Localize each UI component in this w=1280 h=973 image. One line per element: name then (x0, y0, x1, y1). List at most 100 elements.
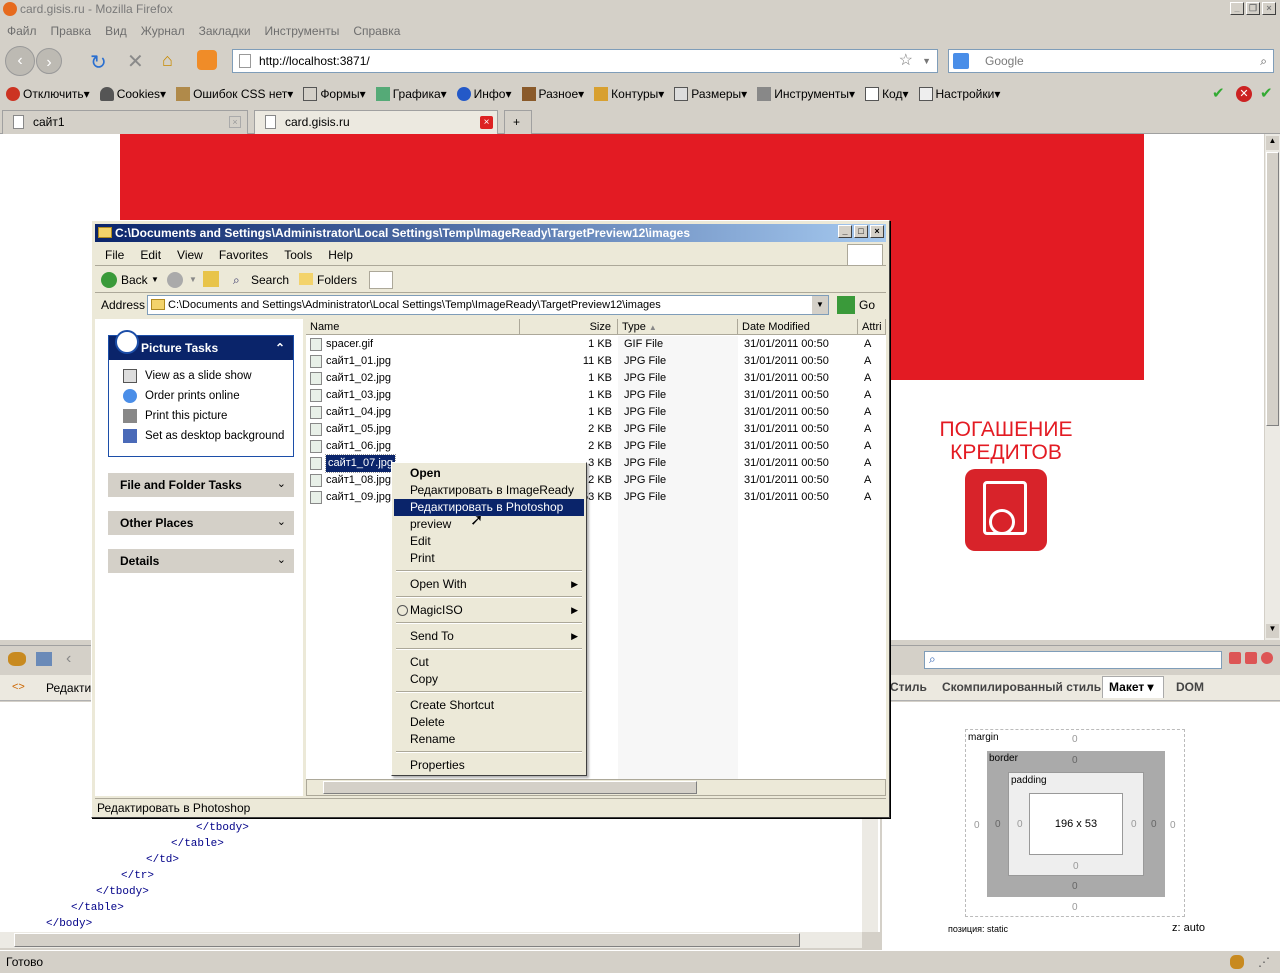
tab-close-icon[interactable]: × (480, 116, 493, 129)
file-row[interactable]: сайт1_03.jpg 1 KB JPG File 31/01/2011 00:50… (306, 387, 886, 404)
details-panel[interactable]: Details ⌄ (108, 549, 294, 573)
minimize-icon[interactable] (1229, 652, 1241, 664)
dev-misc[interactable]: Разное▾ (521, 82, 584, 106)
forward-dropdown-icon[interactable]: ▼ (189, 267, 197, 293)
minimize-button[interactable]: _ (1230, 2, 1244, 15)
stop-icon[interactable]: ✕ (127, 49, 144, 74)
menu-item-edit-photoshop[interactable]: Редактировать в Photoshop (394, 499, 584, 516)
promo-title[interactable]: ПОГАШЕНИЕ КРЕДИТОВ (886, 418, 1126, 464)
dev-css[interactable]: Ошибок CSS нет▾ (176, 82, 293, 106)
file-folder-tasks-panel[interactable]: File and Folder Tasks ⌄ (108, 473, 294, 497)
go-button[interactable]: Go (859, 293, 875, 317)
reload-icon[interactable]: ↻ (90, 50, 107, 75)
back-button[interactable]: ‹ (5, 46, 35, 76)
tab-dom[interactable]: DOM (1176, 680, 1204, 694)
edit-tab[interactable]: Редакти (46, 681, 91, 695)
code-line[interactable]: </table> (71, 902, 124, 914)
code-line[interactable]: </tbody> (96, 886, 149, 898)
inspect-icon[interactable] (36, 652, 52, 666)
expand-icon[interactable]: ⌄ (277, 477, 286, 490)
dev-tools[interactable]: Инструменты▾ (757, 82, 855, 106)
star-icon[interactable]: ☆ (899, 50, 913, 72)
forward-arrow-icon[interactable] (167, 272, 183, 288)
menu-item-open-with[interactable]: Open With ▶ (394, 576, 584, 593)
xp-menu-file[interactable]: File (105, 244, 124, 265)
explorer-minimize-button[interactable]: _ (838, 225, 852, 238)
tab-close-icon[interactable]: × (229, 116, 241, 128)
column-attributes[interactable]: Attri (858, 319, 886, 335)
file-row[interactable]: сайт1_06.jpg 2 KB JPG File 31/01/2011 00:50… (306, 438, 886, 455)
xp-menu-help[interactable]: Help (328, 244, 353, 265)
dev-cookies[interactable]: Cookies▾ (99, 82, 166, 106)
hscroll-thumb[interactable] (14, 933, 800, 947)
other-places-panel[interactable]: Other Places ⌄ (108, 511, 294, 535)
menu-item-cut[interactable]: Cut (394, 654, 584, 671)
code-line[interactable]: </tbody> (196, 822, 249, 834)
tab-style[interactable]: Стиль (890, 680, 927, 694)
menu-bookmarks[interactable]: Закладки (199, 20, 251, 42)
xp-search-button[interactable]: Search (251, 267, 289, 293)
page-scrollbar[interactable]: ▲ ▼ (1264, 134, 1280, 640)
menu-item-send-to[interactable]: Send To ▶ (394, 628, 584, 645)
back-arrow-icon[interactable] (101, 272, 117, 288)
check-ok-icon[interactable]: ✔ (1260, 82, 1273, 106)
check-valid-icon[interactable]: ✔ (1212, 82, 1225, 106)
code-line[interactable]: </td> (146, 854, 179, 866)
url-bar[interactable]: http://localhost:3871/ ☆ ▼ (232, 49, 938, 73)
home-icon[interactable]: ⌂ (162, 50, 173, 71)
task-order-prints[interactable]: Order prints online (109, 386, 293, 406)
column-name[interactable]: Name (306, 319, 520, 335)
go-arrow-icon[interactable] (837, 296, 855, 314)
file-row[interactable]: сайт1_04.jpg 1 KB JPG File 31/01/2011 00:50… (306, 404, 886, 421)
menu-item-print[interactable]: Print (394, 550, 584, 567)
task-slideshow[interactable]: View as a slide show (109, 366, 293, 386)
detach-icon[interactable] (1245, 652, 1257, 664)
tab-layout[interactable]: Макет ▾ (1102, 676, 1164, 698)
collapse-icon[interactable]: ⌃ (275, 336, 285, 360)
menu-item-rename[interactable]: Rename (394, 731, 584, 748)
tab-computed-style[interactable]: Скомпилированный стиль (942, 680, 1101, 694)
column-size[interactable]: Size (520, 319, 618, 335)
menu-item-delete[interactable]: Delete (394, 714, 584, 731)
new-tab-button[interactable]: + (504, 110, 532, 134)
file-row[interactable]: сайт1_01.jpg 11 KB JPG File 31/01/2011 00:5… (306, 353, 886, 370)
forward-button[interactable]: › (36, 48, 62, 74)
xp-back-button[interactable]: Back (121, 267, 148, 293)
dev-forms[interactable]: Формы▾ (303, 82, 366, 106)
menu-item-edit-imageready[interactable]: Редактировать в ImageReady (394, 482, 584, 499)
xp-menu-favorites[interactable]: Favorites (219, 244, 268, 265)
menu-item-open[interactable]: Open (394, 465, 584, 482)
close-firebug-icon[interactable] (1261, 652, 1273, 664)
dev-disable[interactable]: Отключить▾ (6, 82, 90, 106)
xp-folders-button[interactable]: Folders (317, 267, 357, 293)
expand-icon[interactable]: ⌄ (277, 553, 286, 566)
error-icon[interactable]: ✕ (1236, 86, 1252, 102)
rss-icon[interactable] (197, 50, 217, 70)
firebug-status-icon[interactable] (1230, 955, 1244, 969)
back-dropdown-icon[interactable]: ▼ (151, 267, 159, 293)
code-line[interactable]: </body> (46, 918, 92, 930)
menu-history[interactable]: Журнал (141, 20, 185, 42)
firebug-icon[interactable] (8, 652, 26, 666)
explorer-maximize-button[interactable]: □ (854, 225, 868, 238)
maximize-button[interactable]: ❐ (1246, 2, 1260, 15)
file-row[interactable]: сайт1_05.jpg 2 KB JPG File 31/01/2011 00:50… (306, 421, 886, 438)
views-icon[interactable] (369, 271, 393, 289)
menu-item-magiciso[interactable]: MagicISO ▶ (394, 602, 584, 619)
file-row[interactable]: spacer.gif 1 KB GIF File 31/01/2011 00:50 A (306, 336, 886, 353)
code-line[interactable]: </tr> (121, 870, 154, 882)
google-icon[interactable] (953, 53, 969, 69)
xp-menu-view[interactable]: View (177, 244, 203, 265)
code-line[interactable]: </table> (171, 838, 224, 850)
firebug-search-input[interactable]: ⌕ (924, 651, 1222, 669)
explorer-close-button[interactable]: × (870, 225, 884, 238)
dropdown-icon[interactable]: ▼ (922, 50, 931, 72)
menu-item-create-shortcut[interactable]: Create Shortcut (394, 697, 584, 714)
credit-icon[interactable] (965, 469, 1047, 551)
task-desktop-bg[interactable]: Set as desktop background (109, 426, 293, 446)
html-hscroll[interactable] (0, 932, 862, 948)
menu-item-properties[interactable]: Properties (394, 757, 584, 774)
dev-options[interactable]: Настройки▾ (918, 82, 1000, 106)
address-input[interactable]: C:\Documents and Settings\Administrator\… (147, 295, 829, 315)
menu-item-edit[interactable]: Edit (394, 533, 584, 550)
